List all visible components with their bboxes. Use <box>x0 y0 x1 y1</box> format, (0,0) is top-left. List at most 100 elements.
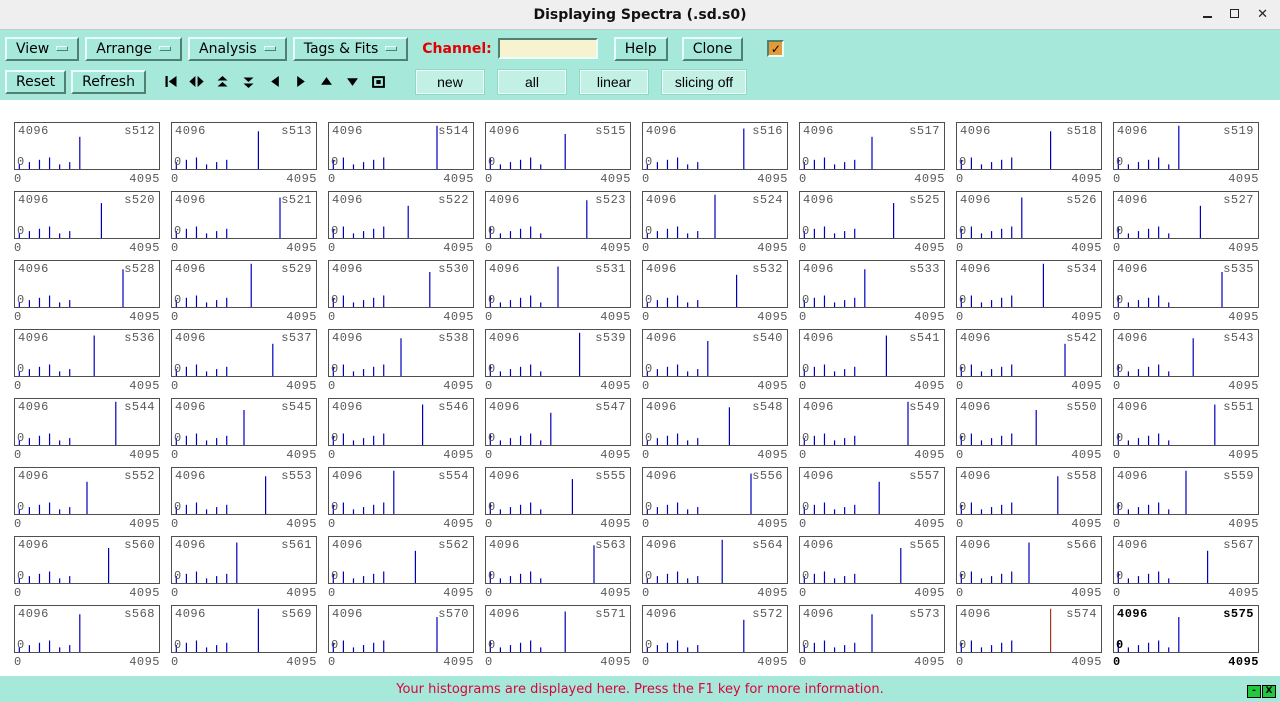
right-button[interactable] <box>289 71 313 92</box>
spectrum-panel[interactable]: 4096 s525 0 <box>799 191 945 239</box>
spectrum-panel[interactable]: 4096 s566 0 <box>956 536 1102 584</box>
spectrum-panel[interactable]: 4096 s522 0 <box>328 191 474 239</box>
status-collapse-button[interactable]: - <box>1247 685 1261 698</box>
spectrum-panel[interactable]: 4096 s534 0 <box>956 260 1102 308</box>
spectrum-cell[interactable]: 4096 s558 0 0 4095 <box>956 467 1102 536</box>
double-down-button[interactable] <box>237 71 261 92</box>
spectrum-panel[interactable]: 4096 s535 0 <box>1113 260 1259 308</box>
spectrum-cell[interactable]: 4096 s517 0 0 4095 <box>799 122 945 191</box>
spectrum-cell[interactable]: 4096 s542 0 0 4095 <box>956 329 1102 398</box>
spectrum-panel[interactable]: 4096 s551 0 <box>1113 398 1259 446</box>
spectrum-cell[interactable]: 4096 s512 0 0 4095 <box>14 122 160 191</box>
spectrum-cell[interactable]: 4096 s552 0 0 4095 <box>14 467 160 536</box>
channel-input[interactable] <box>498 38 598 59</box>
all-button[interactable]: all <box>498 70 566 94</box>
spectrum-panel[interactable]: 4096 s548 0 <box>642 398 788 446</box>
spectrum-panel[interactable]: 4096 s555 0 <box>485 467 631 515</box>
spectrum-cell[interactable]: 4096 s556 0 0 4095 <box>642 467 788 536</box>
spectrum-panel[interactable]: 4096 s536 0 <box>14 329 160 377</box>
status-close-button[interactable]: X <box>1262 685 1276 698</box>
spectrum-cell[interactable]: 4096 s548 0 0 4095 <box>642 398 788 467</box>
spectrum-cell[interactable]: 4096 s555 0 0 4095 <box>485 467 631 536</box>
refresh-button[interactable]: Refresh <box>71 70 146 94</box>
spectrum-panel[interactable]: 4096 s544 0 <box>14 398 160 446</box>
spectrum-panel[interactable]: 4096 s542 0 <box>956 329 1102 377</box>
spectrum-panel[interactable]: 4096 s563 0 <box>485 536 631 584</box>
spectrum-panel[interactable]: 4096 s564 0 <box>642 536 788 584</box>
spectrum-panel[interactable]: 4096 s514 0 <box>328 122 474 170</box>
spectrum-panel[interactable]: 4096 s567 0 <box>1113 536 1259 584</box>
clone-button[interactable]: Clone <box>682 37 744 61</box>
menu-view[interactable]: View <box>5 37 79 61</box>
spectrum-panel[interactable]: 4096 s559 0 <box>1113 467 1259 515</box>
spectrum-panel[interactable]: 4096 s552 0 <box>14 467 160 515</box>
spectrum-cell[interactable]: 4096 s537 0 0 4095 <box>171 329 317 398</box>
spectrum-cell[interactable]: 4096 s544 0 0 4095 <box>14 398 160 467</box>
full-view-button[interactable] <box>367 71 391 92</box>
spectrum-panel[interactable]: 4096 s545 0 <box>171 398 317 446</box>
spectrum-cell[interactable]: 4096 s522 0 0 4095 <box>328 191 474 260</box>
spectrum-cell[interactable]: 4096 s526 0 0 4095 <box>956 191 1102 260</box>
spectrum-panel[interactable]: 4096 s557 0 <box>799 467 945 515</box>
spectrum-panel[interactable]: 4096 s527 0 <box>1113 191 1259 239</box>
spectrum-cell[interactable]: 4096 s533 0 0 4095 <box>799 260 945 329</box>
down-button[interactable] <box>341 71 365 92</box>
spectrum-cell[interactable]: 4096 s524 0 0 4095 <box>642 191 788 260</box>
spectrum-panel[interactable]: 4096 s512 0 <box>14 122 160 170</box>
checkbox[interactable]: ✓ <box>767 40 784 57</box>
spectrum-cell[interactable]: 4096 s523 0 0 4095 <box>485 191 631 260</box>
spectrum-panel[interactable]: 4096 s574 0 <box>956 605 1102 653</box>
spectrum-cell[interactable]: 4096 s570 0 0 4095 <box>328 605 474 674</box>
spectrum-panel[interactable]: 4096 s549 0 <box>799 398 945 446</box>
spectrum-panel[interactable]: 4096 s561 0 <box>171 536 317 584</box>
spectrum-panel[interactable]: 4096 s520 0 <box>14 191 160 239</box>
spectrum-cell[interactable]: 4096 s566 0 0 4095 <box>956 536 1102 605</box>
spectrum-panel[interactable]: 4096 s553 0 <box>171 467 317 515</box>
spectrum-cell[interactable]: 4096 s550 0 0 4095 <box>956 398 1102 467</box>
spectrum-cell[interactable]: 4096 s553 0 0 4095 <box>171 467 317 536</box>
spectrum-cell[interactable]: 4096 s574 0 0 4095 <box>956 605 1102 674</box>
spectrum-panel[interactable]: 4096 s531 0 <box>485 260 631 308</box>
spectrum-panel[interactable]: 4096 s573 0 <box>799 605 945 653</box>
spectrum-panel[interactable]: 4096 s570 0 <box>328 605 474 653</box>
spectrum-panel[interactable]: 4096 s528 0 <box>14 260 160 308</box>
spectrum-panel[interactable]: 4096 s543 0 <box>1113 329 1259 377</box>
up-button[interactable] <box>315 71 339 92</box>
spectrum-cell[interactable]: 4096 s568 0 0 4095 <box>14 605 160 674</box>
spectrum-cell[interactable]: 4096 s569 0 0 4095 <box>171 605 317 674</box>
spectrum-cell[interactable]: 4096 s561 0 0 4095 <box>171 536 317 605</box>
spectrum-panel[interactable]: 4096 s546 0 <box>328 398 474 446</box>
spectrum-cell[interactable]: 4096 s530 0 0 4095 <box>328 260 474 329</box>
slicing-button[interactable]: slicing off <box>662 70 746 94</box>
spectrum-panel[interactable]: 4096 s539 0 <box>485 329 631 377</box>
spectrum-panel[interactable]: 4096 s513 0 <box>171 122 317 170</box>
spectrum-cell[interactable]: 4096 s535 0 0 4095 <box>1113 260 1259 329</box>
spectrum-panel[interactable]: 4096 s568 0 <box>14 605 160 653</box>
spectrum-cell[interactable]: 4096 s563 0 0 4095 <box>485 536 631 605</box>
spectrum-cell[interactable]: 4096 s547 0 0 4095 <box>485 398 631 467</box>
spectrum-cell[interactable]: 4096 s516 0 0 4095 <box>642 122 788 191</box>
menu-tags-fits[interactable]: Tags & Fits <box>293 37 409 61</box>
spectrum-cell[interactable]: 4096 s540 0 0 4095 <box>642 329 788 398</box>
spectrum-cell[interactable]: 4096 s534 0 0 4095 <box>956 260 1102 329</box>
spectrum-cell[interactable]: 4096 s519 0 0 4095 <box>1113 122 1259 191</box>
spectrum-panel[interactable]: 4096 s571 0 <box>485 605 631 653</box>
skip-left-button[interactable] <box>159 71 183 92</box>
spectrum-panel[interactable]: 4096 s541 0 <box>799 329 945 377</box>
spectrum-panel[interactable]: 4096 s526 0 <box>956 191 1102 239</box>
spectrum-panel[interactable]: 4096 s554 0 <box>328 467 474 515</box>
expand-horizontal-button[interactable] <box>185 71 209 92</box>
spectrum-panel[interactable]: 4096 s516 0 <box>642 122 788 170</box>
spectrum-cell[interactable]: 4096 s557 0 0 4095 <box>799 467 945 536</box>
spectrum-cell[interactable]: 4096 s545 0 0 4095 <box>171 398 317 467</box>
left-button[interactable] <box>263 71 287 92</box>
spectrum-cell[interactable]: 4096 s513 0 0 4095 <box>171 122 317 191</box>
spectrum-cell[interactable]: 4096 s531 0 0 4095 <box>485 260 631 329</box>
spectrum-panel[interactable]: 4096 s530 0 <box>328 260 474 308</box>
spectrum-panel[interactable]: 4096 s569 0 <box>171 605 317 653</box>
spectrum-cell[interactable]: 4096 s521 0 0 4095 <box>171 191 317 260</box>
spectrum-cell[interactable]: 4096 s551 0 0 4095 <box>1113 398 1259 467</box>
spectrum-cell[interactable]: 4096 s546 0 0 4095 <box>328 398 474 467</box>
spectrum-cell[interactable]: 4096 s514 0 0 4095 <box>328 122 474 191</box>
spectrum-panel[interactable]: 4096 s562 0 <box>328 536 474 584</box>
